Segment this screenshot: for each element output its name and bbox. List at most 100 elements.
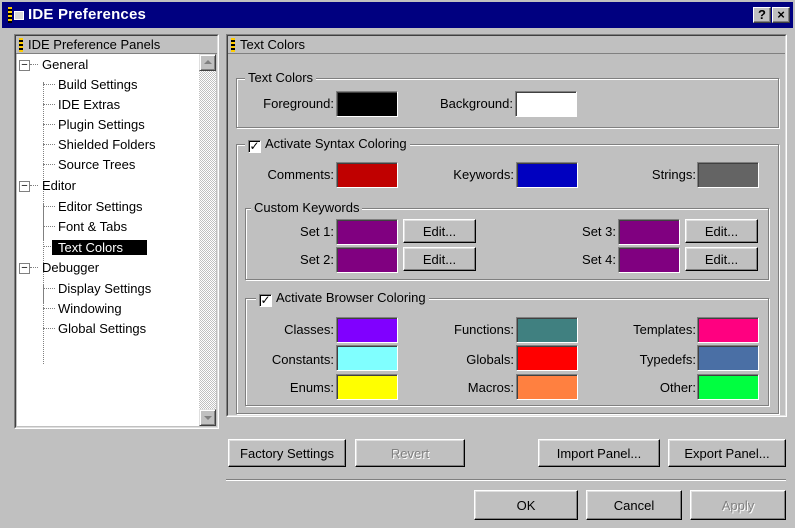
title-bar[interactable]: IDE Preferences ? ×: [2, 2, 793, 28]
set-4-label: Set 4:: [582, 252, 616, 267]
set-2-edit-button[interactable]: Edit...: [403, 247, 476, 271]
factory-settings-button[interactable]: Factory Settings: [228, 439, 346, 467]
tree-item-label: IDE Extras: [58, 97, 121, 112]
set-3-edit-button[interactable]: Edit...: [685, 219, 758, 243]
tree-item-label: Editor Settings: [58, 199, 143, 214]
functions-label: Functions:: [454, 322, 514, 337]
collapse-icon[interactable]: −: [19, 181, 30, 192]
tree-item-label: Shielded Folders: [58, 137, 156, 152]
text-colors-header: Text Colors: [228, 36, 785, 54]
tree-item-label: Debugger: [42, 260, 100, 275]
tree-item-editor[interactable]: − Editor: [17, 176, 79, 196]
ok-button[interactable]: OK: [474, 490, 578, 520]
syntax-coloring-toggle[interactable]: ✓ Activate Syntax Coloring: [245, 136, 410, 153]
macros-color-swatch[interactable]: [516, 374, 578, 400]
tree-item-label: Plugin Settings: [58, 117, 145, 132]
set-4-edit-button[interactable]: Edit...: [685, 247, 758, 271]
revert-button[interactable]: Revert: [355, 439, 465, 467]
set-2-color-swatch[interactable]: [336, 247, 398, 273]
functions-color-swatch[interactable]: [516, 317, 578, 343]
enums-color-swatch[interactable]: [336, 374, 398, 400]
keywords-label: Keywords:: [453, 167, 514, 182]
tree-item-text-colors[interactable]: Text Colors: [52, 238, 148, 258]
tree-item-general[interactable]: − General: [17, 55, 91, 75]
ide-preferences-window: IDE Preferences ? × IDE Preference Panel…: [0, 0, 795, 528]
background-label: Background:: [440, 96, 513, 111]
tree-item-label: Windowing: [58, 301, 122, 316]
checkbox[interactable]: ✓: [259, 294, 272, 307]
tree-item-label: Editor: [42, 178, 76, 193]
set-1-label: Set 1:: [300, 224, 334, 239]
arrow-up-icon: [204, 60, 212, 64]
tree-item-windowing[interactable]: Windowing: [55, 299, 125, 319]
grip-icon: [19, 38, 23, 52]
browser-coloring-label: Activate Browser Coloring: [276, 290, 426, 305]
templates-color-swatch[interactable]: [697, 317, 759, 343]
tree-item-font-tabs[interactable]: Font & Tabs: [55, 217, 130, 237]
preference-panels-title: IDE Preference Panels: [28, 37, 161, 52]
macros-label: Macros:: [467, 380, 514, 395]
grip-icon: [8, 7, 12, 23]
tree-item-label: Text Colors: [52, 240, 148, 255]
tree-item-label: Global Settings: [58, 321, 147, 336]
tree-item-global-settings[interactable]: Global Settings: [55, 319, 149, 339]
constants-color-swatch[interactable]: [336, 345, 398, 371]
comments-color-swatch[interactable]: [336, 162, 398, 188]
checkbox[interactable]: ✓: [248, 140, 261, 153]
typedefs-color-swatch[interactable]: [697, 345, 759, 371]
tree-item-shielded-folders[interactable]: Shielded Folders: [55, 135, 159, 155]
tree-item-build-settings[interactable]: Build Settings: [55, 75, 141, 95]
collapse-icon[interactable]: −: [19, 263, 30, 274]
classes-color-swatch[interactable]: [336, 317, 398, 343]
comments-label: Comments:: [267, 167, 334, 182]
arrow-down-icon: [204, 416, 212, 420]
other-color-swatch[interactable]: [697, 374, 759, 400]
tree-item-label: General: [42, 57, 89, 72]
import-panel-button[interactable]: Import Panel...: [538, 439, 660, 467]
tree-item-editor-settings[interactable]: Editor Settings: [55, 197, 146, 217]
set-2-label: Set 2:: [300, 252, 334, 267]
tree-item-label: Font & Tabs: [58, 219, 128, 234]
help-button[interactable]: ?: [753, 7, 771, 23]
export-panel-button[interactable]: Export Panel...: [668, 439, 786, 467]
browser-coloring-toggle[interactable]: ✓ Activate Browser Coloring: [256, 290, 429, 307]
keywords-color-swatch[interactable]: [516, 162, 578, 188]
strings-label: Strings:: [651, 167, 696, 182]
set-3-color-swatch[interactable]: [618, 219, 680, 245]
tree-item-debugger[interactable]: − Debugger: [17, 258, 102, 278]
tree-item-display-settings[interactable]: Display Settings: [55, 279, 154, 299]
separator: [226, 479, 786, 481]
foreground-label: Foreground:: [263, 96, 334, 111]
globals-color-swatch[interactable]: [516, 345, 578, 371]
set-4-color-swatch[interactable]: [618, 247, 680, 273]
scroll-up-button[interactable]: [199, 54, 216, 71]
group-title: Custom Keywords: [251, 200, 363, 216]
tree-item-label: Build Settings: [58, 77, 138, 92]
tree-item-source-trees[interactable]: Source Trees: [55, 155, 138, 175]
set-1-edit-button[interactable]: Edit...: [403, 219, 476, 243]
other-label: Other:: [659, 380, 696, 395]
preference-tree[interactable]: − General Build Settings IDE Extras Plug…: [17, 54, 215, 426]
set-3-label: Set 3:: [582, 224, 616, 239]
apply-button[interactable]: Apply: [690, 490, 786, 520]
templates-label: Templates:: [633, 322, 696, 337]
classes-label: Classes:: [284, 322, 334, 337]
tree-item-plugin-settings[interactable]: Plugin Settings: [55, 115, 148, 135]
window-title: IDE Preferences: [28, 6, 147, 23]
group-title: Text Colors: [245, 70, 317, 86]
cancel-button[interactable]: Cancel: [586, 490, 682, 520]
panel-title: Text Colors: [240, 37, 306, 52]
close-button[interactable]: ×: [772, 7, 790, 23]
foreground-color-swatch[interactable]: [336, 91, 398, 117]
set-1-color-swatch[interactable]: [336, 219, 398, 245]
preference-panels-header: IDE Preference Panels: [16, 36, 217, 54]
collapse-icon[interactable]: −: [19, 60, 30, 71]
background-color-swatch[interactable]: [515, 91, 577, 117]
globals-label: Globals:: [466, 352, 514, 367]
scroll-down-button[interactable]: [199, 409, 216, 426]
strings-color-swatch[interactable]: [697, 162, 759, 188]
tree-scrollbar[interactable]: [199, 54, 216, 426]
grip-icon: [231, 38, 235, 52]
tree-item-ide-extras[interactable]: IDE Extras: [55, 95, 123, 115]
typedefs-label: Typedefs:: [639, 352, 696, 367]
